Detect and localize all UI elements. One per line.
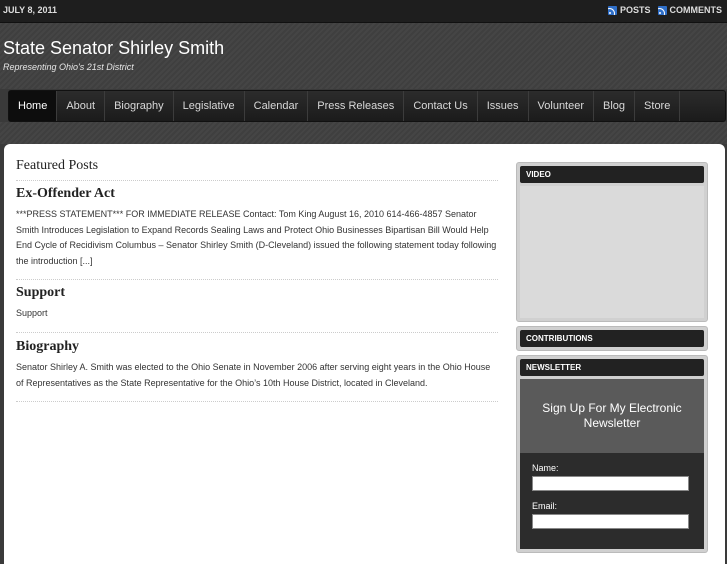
post: Biography Senator Shirley A. Smith was e… (16, 339, 498, 402)
newsletter-widget-title: NEWSLETTER (520, 359, 704, 376)
current-date: JULY 8, 2011 (3, 5, 58, 15)
post-title[interactable]: Support (16, 285, 498, 301)
posts-feed-label: POSTS (619, 5, 651, 15)
post: Support Support (16, 285, 498, 333)
nav-item-blog[interactable]: Blog (594, 91, 636, 121)
nav-item-volunteer[interactable]: Volunteer (529, 91, 595, 121)
featured-posts-heading: Featured Posts (16, 158, 498, 181)
nav-item-calendar[interactable]: Calendar (245, 91, 309, 121)
site-header: State Senator Shirley Smith Representing… (0, 23, 727, 89)
video-widget-title: VIDEO (520, 166, 704, 183)
post-excerpt: ***PRESS STATEMENT*** FOR IMMEDIATE RELE… (16, 209, 497, 266)
nav-item-home[interactable]: Home (9, 91, 58, 121)
post-title[interactable]: Biography (16, 339, 498, 355)
newsletter-form: Name: Email: (520, 453, 704, 549)
name-label: Name: (532, 463, 559, 473)
nav-item-biography[interactable]: Biography (105, 91, 174, 121)
nav-item-issues[interactable]: Issues (478, 91, 529, 121)
post-excerpt: Support (16, 308, 48, 318)
email-label: Email: (532, 501, 558, 511)
contributions-widget-title[interactable]: CONTRIBUTIONS (520, 330, 704, 347)
newsletter-heading: Sign Up For My Electronic Newsletter (542, 401, 682, 430)
nav-item-press-releases[interactable]: Press Releases (308, 91, 405, 121)
site-tagline: Representing Ohio's 21st District (3, 62, 134, 72)
top-bar: JULY 8, 2011 POSTS COMMENTS (0, 0, 727, 23)
rss-icon (607, 5, 617, 15)
post-divider (16, 279, 498, 280)
main-nav: Home About Biography Legislative Calenda… (8, 90, 726, 122)
sidebar: VIDEO CONTRIBUTIONS NEWSLETTER Sign Up F… (516, 162, 708, 553)
comments-feed-label: COMMENTS (669, 5, 723, 15)
content-area: Featured Posts Ex-Offender Act ***PRESS … (4, 144, 725, 564)
comments-feed-link[interactable]: COMMENTS (657, 5, 723, 15)
posts-feed-link[interactable]: POSTS (607, 5, 651, 15)
name-field[interactable] (532, 476, 689, 491)
post-excerpt: Senator Shirley A. Smith was elected to … (16, 362, 491, 388)
nav-item-store[interactable]: Store (635, 91, 681, 121)
post-divider (16, 401, 498, 402)
contributions-widget: CONTRIBUTIONS (516, 326, 708, 351)
header-band (0, 122, 727, 144)
rss-icon (657, 5, 667, 15)
email-field[interactable] (532, 514, 689, 529)
video-widget: VIDEO (516, 162, 708, 322)
video-embed[interactable] (520, 186, 704, 318)
post: Ex-Offender Act ***PRESS STATEMENT*** FO… (16, 186, 498, 280)
nav-item-legislative[interactable]: Legislative (174, 91, 245, 121)
nav-item-about[interactable]: About (57, 91, 106, 121)
feed-links: POSTS COMMENTS (607, 5, 723, 15)
post-title[interactable]: Ex-Offender Act (16, 186, 498, 202)
nav-item-contact-us[interactable]: Contact Us (404, 91, 478, 121)
post-divider (16, 331, 498, 333)
newsletter-body: Sign Up For My Electronic Newsletter Nam… (520, 379, 704, 549)
newsletter-widget: NEWSLETTER Sign Up For My Electronic New… (516, 355, 708, 553)
site-title[interactable]: State Senator Shirley Smith (3, 38, 224, 59)
